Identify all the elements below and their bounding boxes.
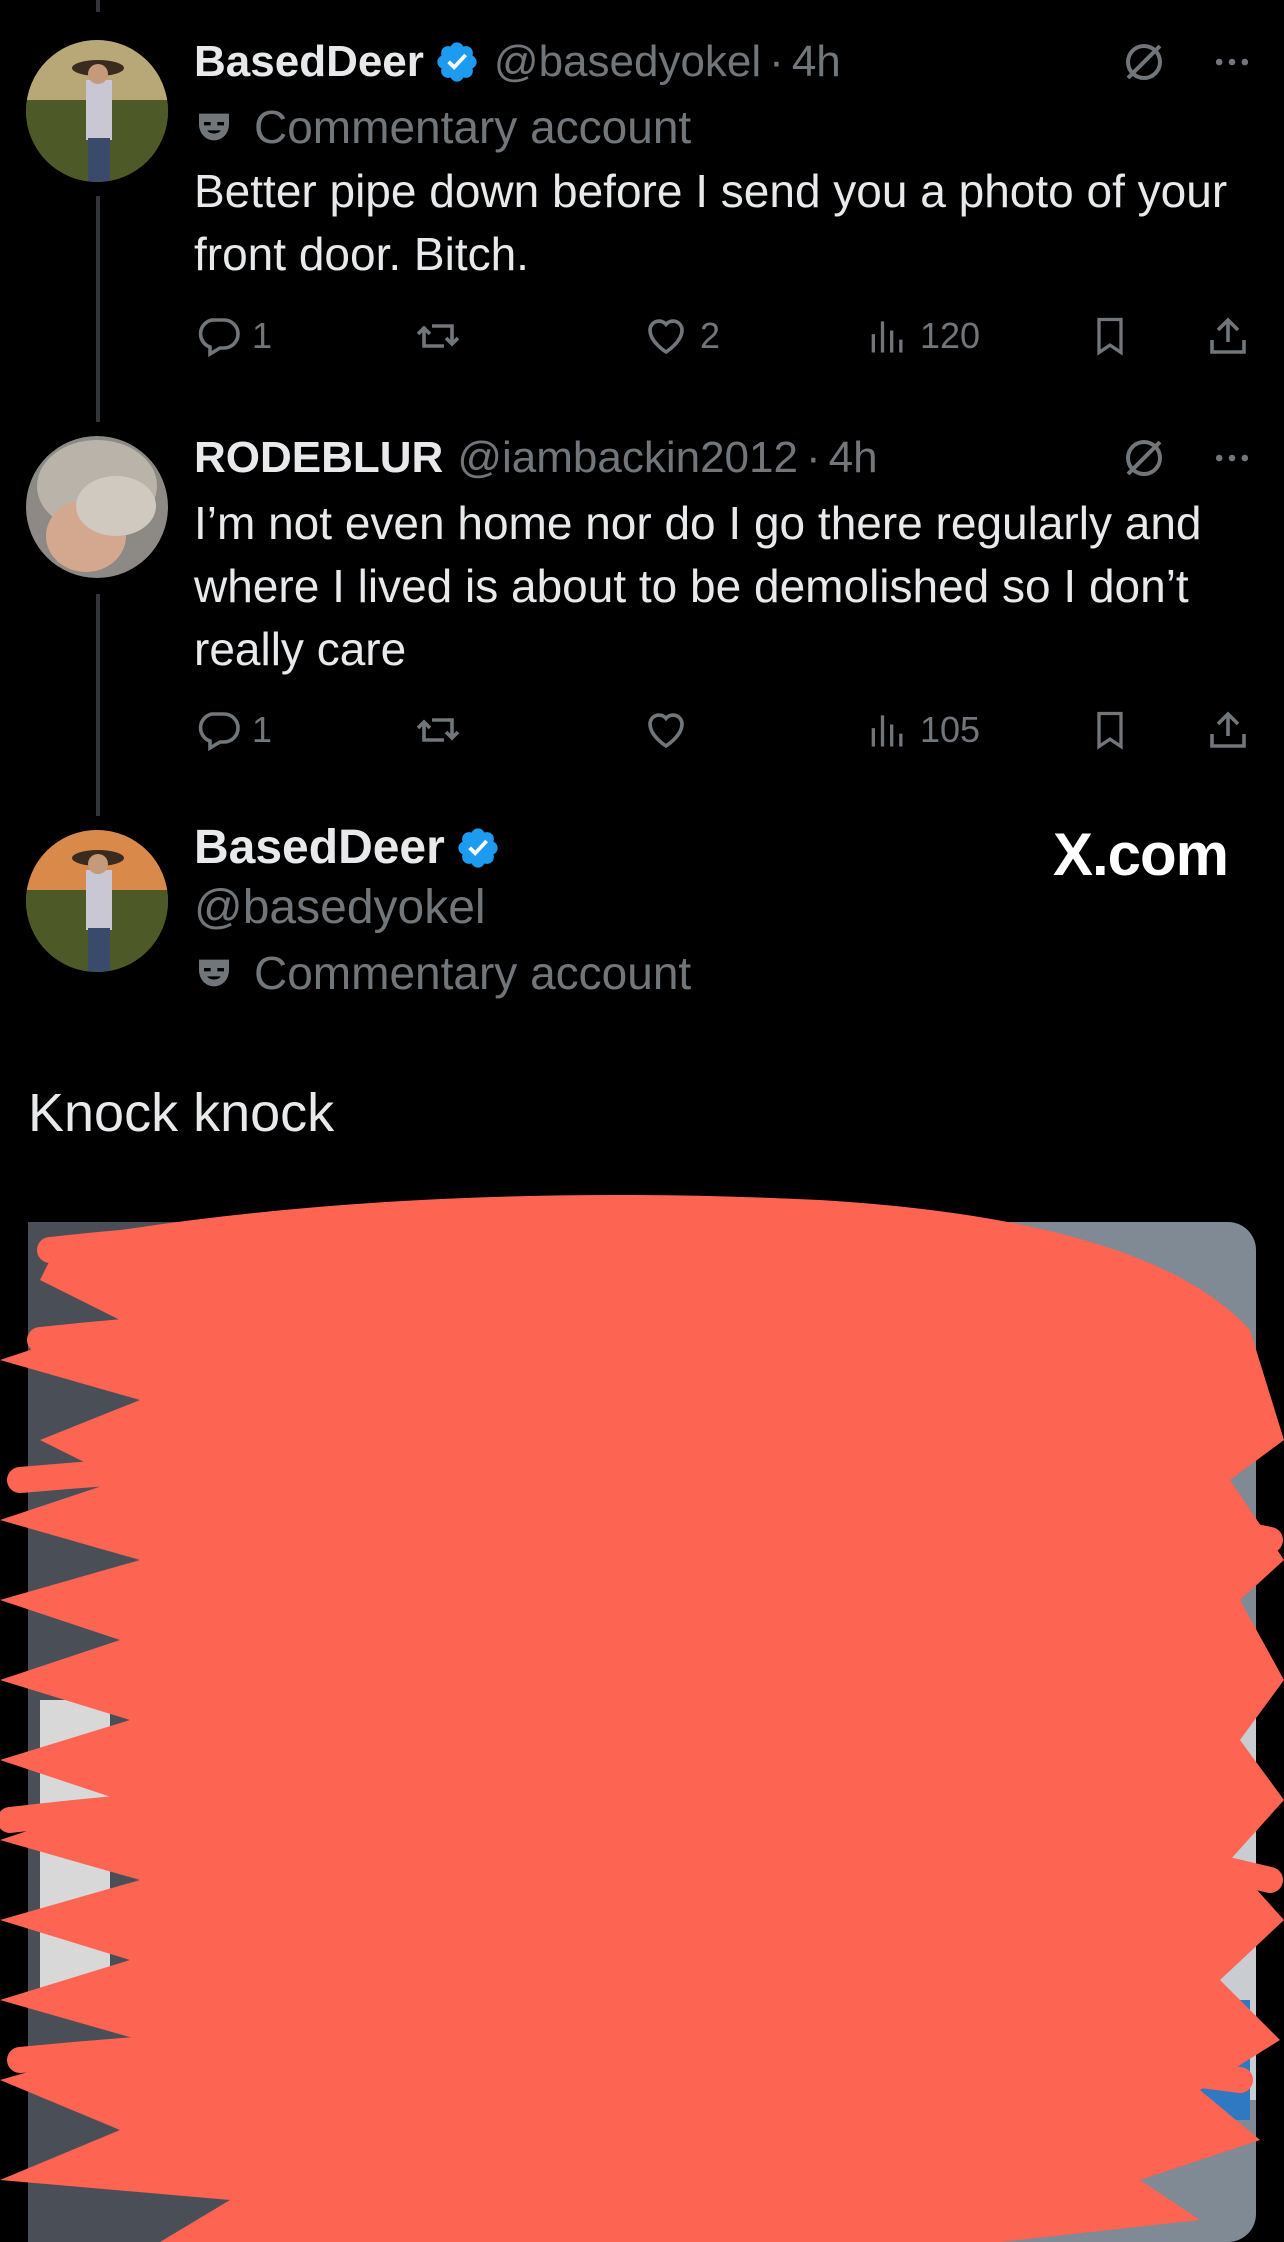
source-logo: X.com — [1052, 821, 1229, 888]
like-button[interactable] — [642, 700, 700, 760]
timestamp[interactable]: 4h — [829, 433, 878, 483]
repost-button[interactable] — [412, 306, 474, 366]
like-icon — [648, 713, 684, 749]
thread-line-top — [96, 0, 100, 12]
share-icon — [1210, 711, 1246, 748]
account-label: Commentary account — [194, 946, 691, 1000]
reply-count: 1 — [252, 709, 273, 750]
avatar[interactable] — [26, 830, 168, 972]
like-icon — [648, 319, 684, 355]
like-button[interactable]: 2 — [642, 306, 720, 366]
account-label-text: Commentary account — [254, 947, 692, 999]
tweet-actions: 1 2 120 — [194, 306, 1258, 366]
reply-button[interactable]: 1 — [194, 306, 272, 366]
verified-icon — [455, 825, 501, 871]
author-handle[interactable]: @basedyokel — [194, 880, 486, 935]
author-handle[interactable]: @basedyokel — [494, 37, 761, 87]
tweet-header-icons — [1120, 38, 1254, 86]
bookmark-icon — [1097, 317, 1123, 356]
avatar[interactable] — [26, 40, 168, 182]
commentary-mask-icon — [199, 113, 229, 141]
thread-line-2 — [96, 594, 100, 816]
views-button[interactable]: 120 — [866, 306, 980, 366]
more-icon[interactable] — [1210, 40, 1254, 84]
reply-icon — [198, 318, 240, 358]
thread-line-1 — [96, 196, 100, 422]
account-label-text: Commentary account — [254, 101, 692, 153]
account-label: Commentary account — [194, 100, 691, 154]
bookmark-icon — [1097, 711, 1123, 750]
verified-icon — [434, 39, 480, 85]
tweet-actions: 1 105 — [194, 700, 1258, 760]
repost-icon — [416, 324, 460, 348]
views-button[interactable]: 105 — [866, 700, 980, 760]
views-count: 105 — [920, 709, 981, 750]
share-button[interactable] — [1204, 700, 1252, 760]
author-name[interactable]: BasedDeer — [194, 820, 445, 875]
like-count: 2 — [700, 315, 721, 356]
bookmark-button[interactable] — [1088, 700, 1132, 760]
reply-button[interactable]: 1 — [194, 700, 272, 760]
tweet-header: BasedDeer @basedyokel · 4h — [194, 34, 841, 90]
avatar[interactable] — [26, 436, 168, 578]
bookmark-button[interactable] — [1088, 306, 1132, 366]
tweet-text: I’m not even home nor do I go there regu… — [194, 497, 1202, 675]
tweet-header: RODEBLUR @iambackin2012 · 4h — [194, 430, 878, 486]
share-button[interactable] — [1204, 306, 1252, 366]
reply-icon — [198, 712, 240, 752]
author-name[interactable]: BasedDeer — [194, 37, 424, 87]
grok-icon[interactable] — [1120, 38, 1168, 86]
author-name[interactable]: RODEBLUR — [194, 433, 443, 483]
reply-count: 1 — [252, 315, 273, 356]
repost-icon — [416, 718, 460, 742]
timestamp[interactable]: 4h — [792, 37, 841, 87]
views-icon — [871, 321, 903, 353]
tweet-header-icons — [1120, 434, 1254, 482]
tweet-text: Better pipe down before I send you a pho… — [194, 165, 1228, 280]
author-handle[interactable]: @iambackin2012 — [457, 433, 798, 483]
views-icon — [871, 715, 903, 747]
separator-dot: · — [769, 37, 784, 86]
commentary-mask-icon — [199, 959, 229, 987]
redacted-photo[interactable] — [0, 1180, 1284, 2242]
main-author-name[interactable]: BasedDeer — [194, 820, 501, 875]
repost-button[interactable] — [412, 700, 474, 760]
main-tweet-text: Knock knock — [28, 1083, 335, 1143]
views-count: 120 — [920, 315, 981, 356]
more-icon[interactable] — [1210, 436, 1254, 480]
share-icon — [1210, 317, 1246, 354]
grok-icon[interactable] — [1120, 434, 1168, 482]
separator-dot: · — [805, 433, 821, 482]
